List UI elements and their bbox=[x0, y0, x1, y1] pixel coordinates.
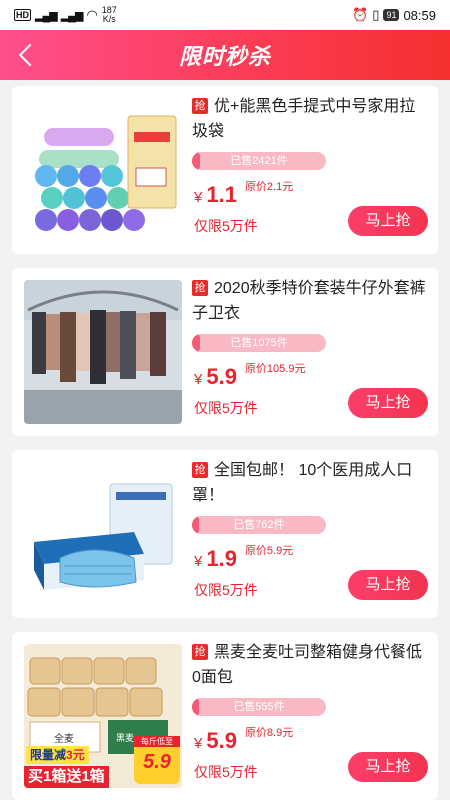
page-title: 限时秒杀 bbox=[178, 44, 271, 69]
price-row: ¥5.9 原价8.9元 bbox=[194, 724, 293, 754]
original-price: 原价2.1元 bbox=[244, 181, 294, 193]
chevron-left-icon bbox=[18, 43, 42, 67]
product-title: 抢 2020秋季特价套装牛仔外套裤子卫衣 bbox=[192, 280, 426, 322]
original-price: 原价105.9元 bbox=[244, 363, 306, 375]
signal-icon-2: ▂▄▆ bbox=[60, 9, 84, 22]
stock-limit: 仅限5万件 bbox=[194, 764, 258, 780]
sold-count: 已售762件 bbox=[233, 519, 285, 531]
product-info: 抢全国包邮！ 10个医用成人口罩！ 已售762件 ¥1.9 原价5.9元 仅限5… bbox=[192, 458, 428, 614]
qiang-badge: 抢 bbox=[192, 462, 208, 478]
stock-limit: 仅限5万件 bbox=[194, 218, 258, 234]
qiang-badge: 抢 bbox=[192, 98, 208, 114]
qiang-badge: 抢 bbox=[192, 280, 208, 296]
stock-limit: 仅限5万件 bbox=[194, 400, 258, 416]
price-row: ¥5.9 原价105.9元 bbox=[194, 360, 305, 390]
promo-limit-text: 限量减3元 bbox=[26, 746, 89, 764]
product-info: 抢优+能黑色手提式中号家用拉圾袋 已售2421件 ¥1.1 原价2.1元 仅限5… bbox=[192, 94, 428, 250]
product-image-bread-box: 全麦 黑麦 限量减3元 买1箱送1箱 每斤低至 5.9 bbox=[24, 644, 182, 788]
original-price: 原价8.9元 bbox=[244, 727, 294, 739]
product-image-face-masks bbox=[24, 462, 182, 606]
wifi-icon: ◠ bbox=[86, 7, 98, 22]
sold-progress-bar: 已售2421件 bbox=[192, 152, 326, 170]
product-card[interactable]: 抢全国包邮！ 10个医用成人口罩！ 已售762件 ¥1.9 原价5.9元 仅限5… bbox=[12, 450, 438, 618]
buy-now-button[interactable]: 马上抢 bbox=[348, 752, 428, 782]
buy-now-button[interactable]: 马上抢 bbox=[348, 388, 428, 418]
product-info: 抢 2020秋季特价套装牛仔外套裤子卫衣 已售1075件 ¥5.9 原价105.9… bbox=[192, 276, 428, 432]
buy-now-button[interactable]: 马上抢 bbox=[348, 206, 428, 236]
network-speed: 187 K/s bbox=[101, 5, 117, 24]
original-price: 原价5.9元 bbox=[244, 545, 294, 557]
status-right: ⏰ ▯ 91 08:59 bbox=[352, 7, 436, 23]
sale-price: ¥5.9 bbox=[194, 364, 237, 389]
stock-limit: 仅限5万件 bbox=[194, 582, 258, 598]
price-row: ¥1.9 原价5.9元 bbox=[194, 542, 293, 572]
clock: 08:59 bbox=[403, 7, 436, 23]
app-header: 限时秒杀 bbox=[0, 30, 450, 80]
sold-count: 已售1075件 bbox=[230, 337, 288, 349]
sold-count: 已售555件 bbox=[233, 701, 285, 713]
product-card[interactable]: 抢优+能黑色手提式中号家用拉圾袋 已售2421件 ¥1.1 原价2.1元 仅限5… bbox=[12, 86, 438, 254]
promo-buy-one-get-one: 买1箱送1箱 bbox=[24, 766, 109, 788]
product-image-clothes-rack bbox=[24, 280, 182, 424]
product-title: 抢黑麦全麦吐司整箱健身代餐低0面包 bbox=[192, 644, 423, 686]
hd-badge: HD bbox=[14, 9, 31, 21]
product-card[interactable]: 全麦 黑麦 限量减3元 买1箱送1箱 每斤低至 5.9 抢黑麦全麦吐司整箱健身代… bbox=[12, 632, 438, 800]
product-title: 抢全国包邮！ 10个医用成人口罩！ bbox=[192, 462, 413, 504]
vibrate-icon: ▯ bbox=[372, 7, 380, 22]
svg-text:黑麦: 黑麦 bbox=[116, 732, 134, 743]
alarm-icon: ⏰ bbox=[352, 7, 369, 22]
sale-price: ¥1.9 bbox=[194, 546, 237, 571]
sale-price: ¥5.9 bbox=[194, 728, 237, 753]
product-card[interactable]: 抢 2020秋季特价套装牛仔外套裤子卫衣 已售1075件 ¥5.9 原价105.9… bbox=[12, 268, 438, 436]
sold-count: 已售2421件 bbox=[230, 155, 288, 167]
promo-price-badge: 每斤低至 5.9 bbox=[134, 736, 180, 784]
sold-progress-bar: 已售762件 bbox=[192, 516, 326, 534]
battery-indicator: 91 bbox=[383, 9, 400, 21]
sold-progress-bar: 已售1075件 bbox=[192, 334, 326, 352]
product-title: 抢优+能黑色手提式中号家用拉圾袋 bbox=[192, 98, 416, 140]
product-info: 抢黑麦全麦吐司整箱健身代餐低0面包 已售555件 ¥5.9 原价8.9元 仅限5… bbox=[192, 640, 428, 796]
price-row: ¥1.1 原价2.1元 bbox=[194, 178, 293, 208]
status-left: HD ▂▄▆ ▂▄▆ ◠ 187 K/s bbox=[14, 6, 117, 24]
promo-overlay: 限量减3元 买1箱送1箱 每斤低至 5.9 bbox=[24, 736, 182, 788]
sold-progress-bar: 已售555件 bbox=[192, 698, 326, 716]
product-image-garbage-bags bbox=[24, 98, 182, 242]
signal-icon: ▂▄▆ bbox=[35, 9, 58, 22]
buy-now-button[interactable]: 马上抢 bbox=[348, 570, 428, 600]
qiang-badge: 抢 bbox=[192, 644, 208, 660]
sale-price: ¥1.1 bbox=[194, 182, 237, 207]
status-bar: HD ▂▄▆ ▂▄▆ ◠ 187 K/s ⏰ ▯ 91 08:59 bbox=[0, 0, 450, 30]
back-button[interactable] bbox=[10, 38, 44, 72]
